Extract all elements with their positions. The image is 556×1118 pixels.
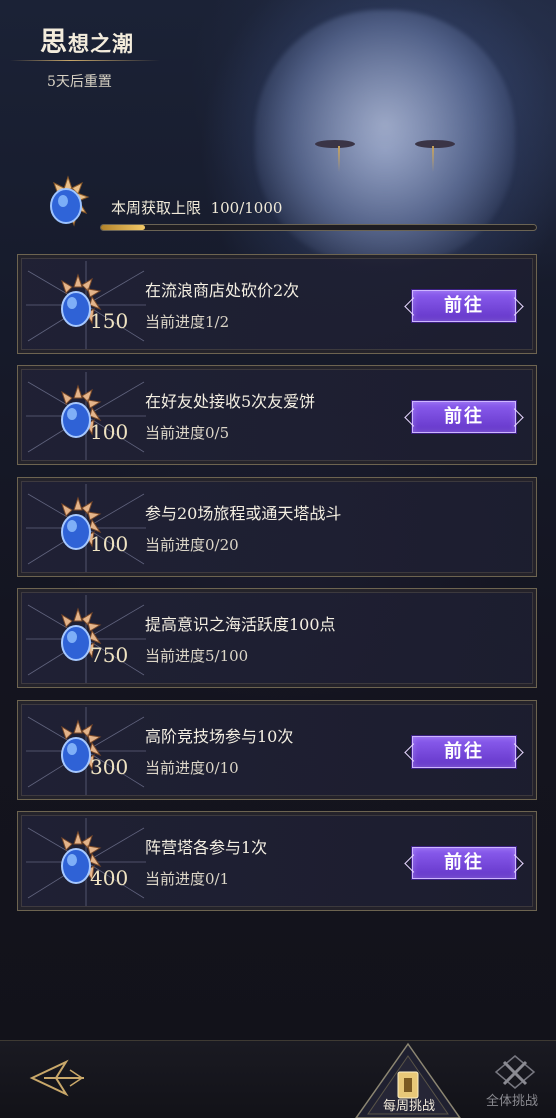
weekly-limit-progress-fill: [101, 225, 145, 230]
tab-all-label: 全体挑战: [485, 1094, 538, 1109]
face-eye-left: [315, 140, 355, 148]
task-progress: 当前进度0/10: [145, 759, 239, 777]
weekly-limit-label: 本周获取上限: [111, 199, 202, 217]
task-progress: 当前进度0/5: [145, 424, 230, 442]
task-description: 参与20场旅程或通天塔战斗: [145, 504, 342, 523]
gold-tear-left: [338, 146, 340, 172]
currency-icon: [26, 372, 146, 460]
weekly-limit-value: 100/1000: [210, 199, 283, 217]
task-card: 100 在好友处接收5次友爱饼 当前进度0/5 前往: [17, 365, 537, 465]
currency-icon: [26, 707, 146, 795]
task-description: 阵营塔各参与1次: [145, 838, 268, 857]
task-card: 300 高阶竞技场参与10次 当前进度0/10 前往: [17, 700, 537, 800]
task-progress: 当前进度0/20: [145, 536, 239, 554]
task-progress: 当前进度0/1: [145, 870, 230, 888]
tab-weekly-label: 每周挑战: [382, 1099, 435, 1114]
task-reward-amount: 750: [90, 643, 129, 667]
go-button[interactable]: 前往: [412, 847, 516, 879]
go-button[interactable]: 前往: [412, 401, 516, 433]
page-title-rest: 想之潮: [68, 31, 134, 56]
task-reward-amount: 100: [90, 420, 129, 444]
task-progress: 当前进度1/2: [145, 313, 230, 331]
face-eye-right: [415, 140, 455, 148]
task-card: 100 参与20场旅程或通天塔战斗 当前进度0/20: [17, 477, 537, 577]
task-card: 400 阵营塔各参与1次 当前进度0/1 前往: [17, 811, 537, 911]
weekly-limit-progress-bar: [100, 224, 537, 231]
gold-tear-right: [432, 146, 434, 172]
go-button[interactable]: 前往: [412, 290, 516, 322]
currency-icon: [50, 175, 90, 227]
task-card: 150 在流浪商店处砍价2次 当前进度1/2 前往: [17, 254, 537, 354]
title-divider: [10, 60, 160, 61]
task-reward-amount: 300: [90, 755, 129, 779]
reset-countdown: 5天后重置: [47, 74, 112, 90]
page-title-first: 思: [40, 27, 68, 58]
page-header: 思想之潮: [10, 20, 160, 61]
task-description: 提高意识之海活跃度100点: [145, 615, 336, 634]
back-arrow-icon[interactable]: [26, 1054, 90, 1102]
currency-icon: [26, 818, 146, 906]
currency-icon: [26, 484, 146, 572]
task-progress: 当前进度5/100: [145, 647, 249, 665]
task-description: 在好友处接收5次友爱饼: [145, 392, 316, 411]
task-reward-amount: 100: [90, 532, 129, 556]
currency-icon: [26, 261, 146, 349]
crossed-x-icon: [502, 1060, 528, 1086]
task-card: 750 提高意识之海活跃度100点 当前进度5/100: [17, 588, 537, 688]
go-button[interactable]: 前往: [412, 736, 516, 768]
weekly-limit-text: 本周获取上限 100/1000: [111, 197, 282, 218]
currency-icon: [26, 595, 146, 683]
page-title: 思想之潮: [40, 20, 134, 59]
task-description: 高阶竞技场参与10次: [145, 727, 294, 746]
task-reward-amount: 400: [90, 866, 129, 890]
task-description: 在流浪商店处砍价2次: [145, 281, 300, 300]
task-reward-amount: 150: [90, 309, 129, 333]
